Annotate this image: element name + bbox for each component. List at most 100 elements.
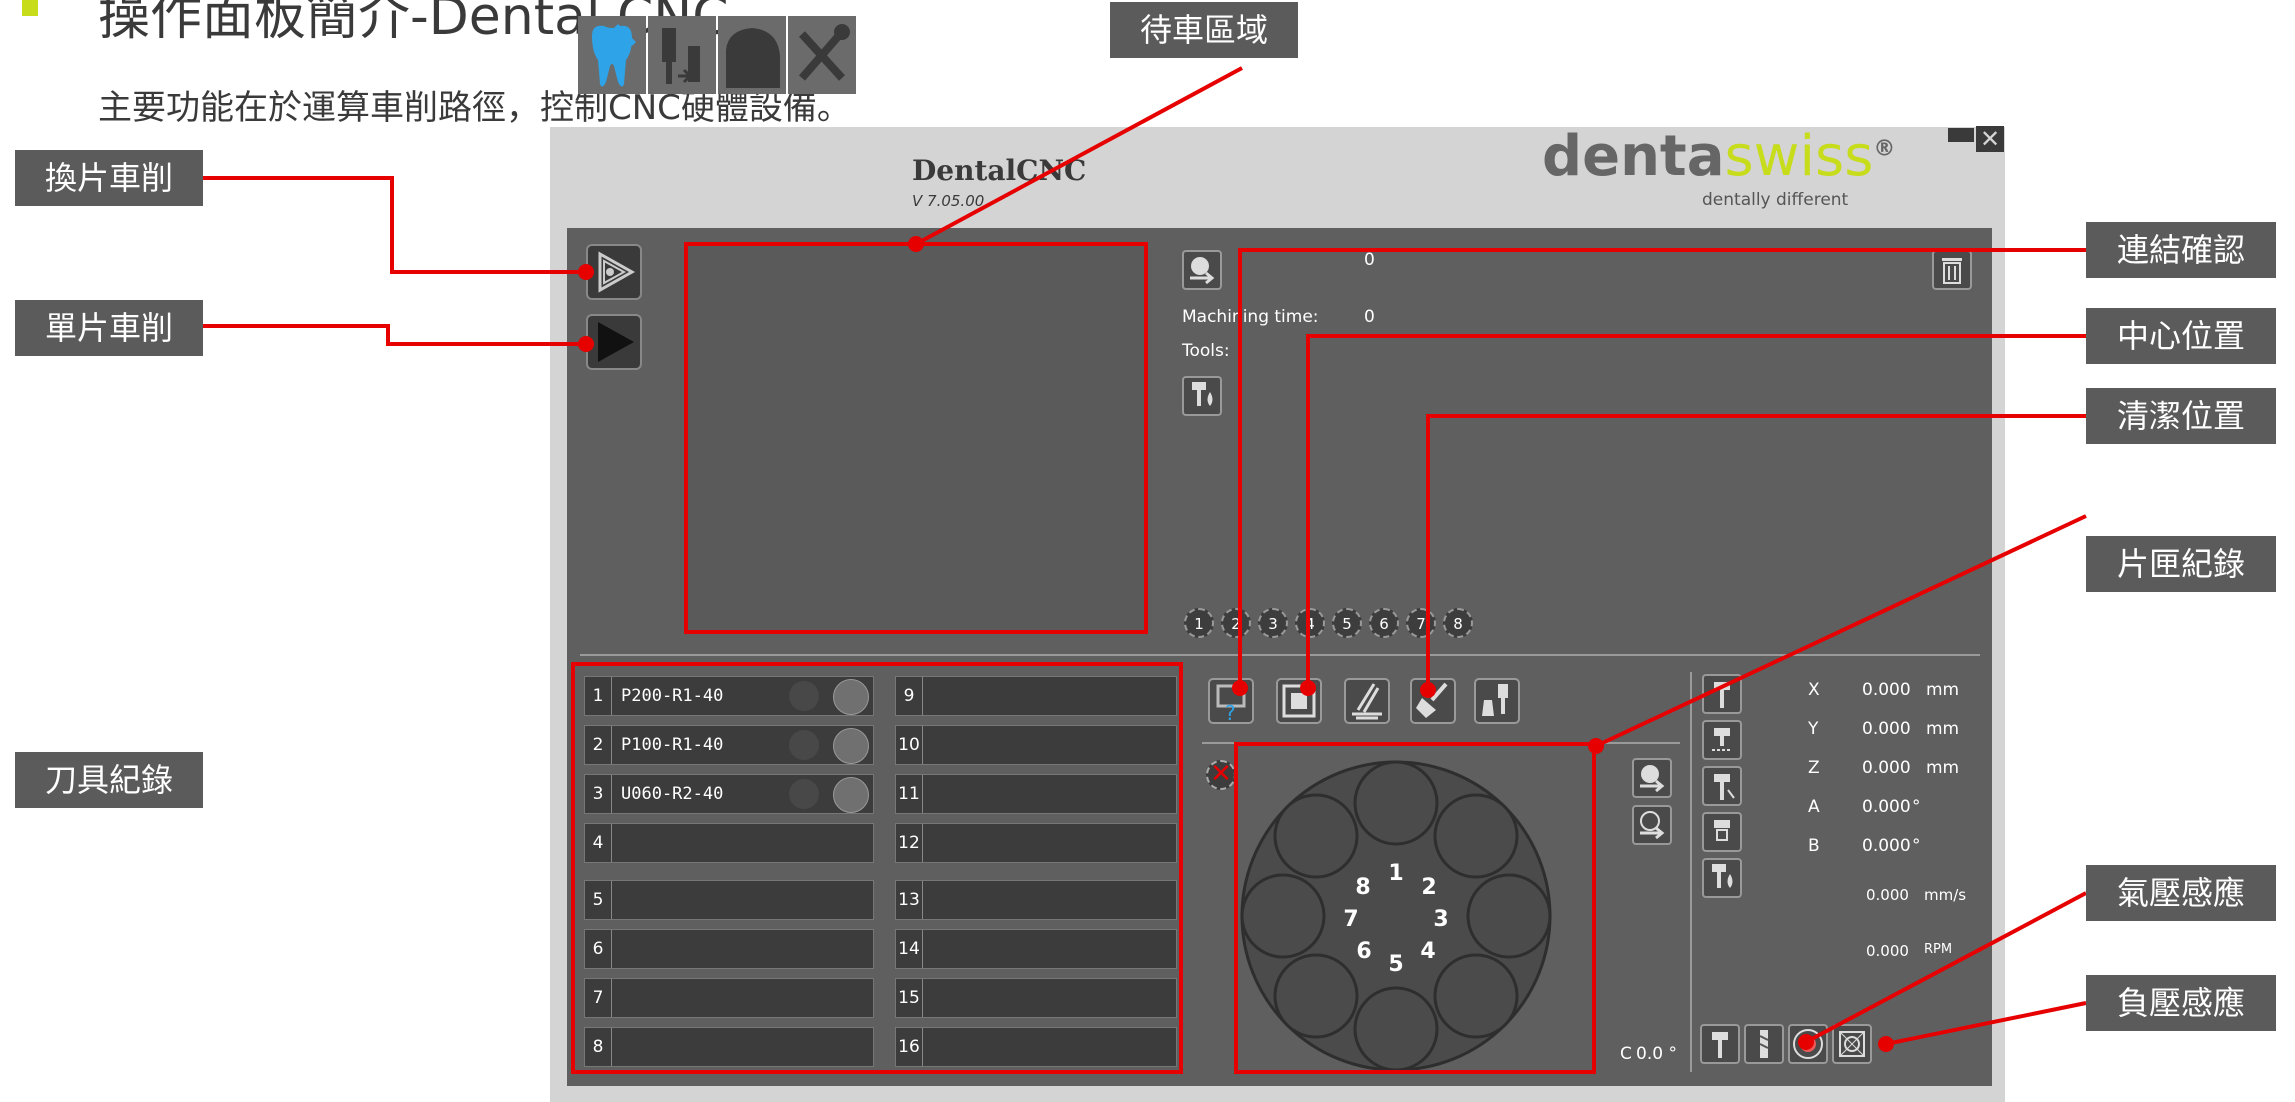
- magazine-tab-7[interactable]: 7: [1406, 608, 1436, 638]
- disc-arrow-icon: [1640, 765, 1665, 793]
- tooth-icon: [592, 24, 636, 87]
- load-job-button[interactable]: [1182, 250, 1222, 290]
- magazine-record-highlight: [1234, 742, 1596, 1074]
- negative-pressure-sensor[interactable]: [1832, 1024, 1872, 1064]
- a-axis-value: 0.000: [1862, 797, 1911, 817]
- tab-blanks[interactable]: [718, 16, 786, 94]
- magazine-error-icon[interactable]: ✕: [1206, 760, 1236, 790]
- magazine-tab-3[interactable]: 3: [1258, 608, 1288, 638]
- wrench-screwdriver-icon: [798, 24, 850, 81]
- drill-bit-icon: [1759, 1030, 1769, 1058]
- disc-arrow-icon: [1640, 811, 1665, 840]
- y-axis-label: Y: [1808, 719, 1819, 739]
- connection-question-icon: ?: [1216, 684, 1246, 725]
- change-piece-cut-button[interactable]: [586, 244, 642, 300]
- a-axis-unit: °: [1912, 797, 1921, 817]
- clamp-button[interactable]: [1702, 766, 1742, 806]
- spindle-icon: [1712, 1032, 1728, 1058]
- spindle-icon: [1714, 682, 1730, 708]
- brand-tagline: dentally different: [1702, 190, 1849, 210]
- magazine-tab-4[interactable]: 4: [1295, 608, 1325, 638]
- gripper-icon: [1352, 683, 1382, 720]
- spindle-status-button[interactable]: [1700, 1024, 1740, 1064]
- y-axis-value: 0.000: [1862, 719, 1911, 739]
- air-pressure-sensor[interactable]: [1788, 1024, 1828, 1064]
- tab-tools[interactable]: [648, 16, 716, 94]
- spindle-air-icon: [1712, 728, 1732, 751]
- callout-magazine-record: 片匣紀錄: [2086, 536, 2276, 592]
- callout-air-pressure: 氣壓感應: [2086, 865, 2276, 921]
- play-icon: [598, 322, 634, 362]
- callout-negative-pressure: 負壓感應: [2086, 975, 2276, 1031]
- magazine-tab-6[interactable]: 6: [1369, 608, 1399, 638]
- job-count: 0: [1364, 250, 1375, 270]
- carousel-unload-button[interactable]: [1632, 805, 1672, 845]
- b-axis-label: B: [1808, 836, 1820, 856]
- callout-cleaning-position: 清潔位置: [2086, 388, 2276, 444]
- b-axis-unit: °: [1912, 836, 1921, 856]
- callout-center-position: 中心位置: [2086, 308, 2276, 364]
- tool-cleaning-button[interactable]: [1474, 678, 1520, 724]
- x-axis-value: 0.000: [1862, 680, 1911, 700]
- minimize-icon[interactable]: [1948, 128, 1974, 142]
- magazine-tab-5[interactable]: 5: [1332, 608, 1362, 638]
- coolant-button[interactable]: [1702, 858, 1742, 898]
- z-axis-value: 0.000: [1862, 758, 1911, 778]
- cleaning-position-button[interactable]: [1410, 678, 1456, 724]
- y-axis-unit: mm: [1926, 719, 1960, 739]
- callout-connection-check: 連結確認: [2086, 222, 2276, 278]
- tool-brush-icon: [1482, 684, 1508, 716]
- svg-text:?: ?: [1225, 701, 1236, 722]
- magazine-tab-8[interactable]: 8: [1443, 608, 1473, 638]
- vacuum-icon: [1839, 1031, 1865, 1057]
- callout-change-piece: 換片車削: [15, 150, 203, 206]
- tool-record-highlight: [571, 662, 1183, 1074]
- callout-tool-record: 刀具紀錄: [15, 752, 203, 808]
- center-position-button[interactable]: [1276, 678, 1322, 724]
- drill-tool-icon: [662, 28, 700, 84]
- drill-status-button[interactable]: [1744, 1024, 1784, 1064]
- center-square-icon: [1282, 684, 1316, 718]
- brand-logo: dentaswiss®: [1542, 124, 1896, 189]
- machining-time-label: Machining time:: [1182, 307, 1319, 327]
- tools-label: Tools:: [1182, 341, 1230, 361]
- waiting-area-highlight: [684, 242, 1148, 634]
- a-axis-label: A: [1808, 797, 1820, 817]
- z-axis-label: Z: [1808, 758, 1820, 778]
- feed-value: 0.000: [1866, 886, 1909, 904]
- app-version: V 7.05.00: [912, 192, 985, 210]
- tool-lock-button[interactable]: [1702, 812, 1742, 852]
- c-axis-value: 0.0 °: [1636, 1044, 1677, 1064]
- callout-waiting-area: 待車區域: [1110, 2, 1298, 58]
- disc-arrow-icon: [1190, 257, 1215, 285]
- spindle-unit: RPM: [1924, 942, 1953, 957]
- connection-check-button[interactable]: ?: [1208, 678, 1254, 725]
- x-axis-label: X: [1808, 680, 1820, 700]
- carousel-load-button[interactable]: [1632, 758, 1672, 798]
- tab-settings[interactable]: [788, 16, 856, 94]
- close-icon[interactable]: ✕: [1976, 126, 2004, 152]
- c-axis-label: C: [1620, 1044, 1632, 1064]
- trash-icon: [1942, 258, 1962, 284]
- axis-divider: [1690, 672, 1692, 1072]
- broom-icon: [1416, 682, 1448, 718]
- tab-milling[interactable]: [578, 16, 646, 94]
- spindle-lock-icon: [1714, 820, 1730, 841]
- single-piece-cut-button[interactable]: [586, 314, 642, 370]
- machining-time-value: 0: [1364, 307, 1375, 327]
- app-name: DentalCNC: [912, 154, 1087, 187]
- feed-unit: mm/s: [1924, 886, 1967, 904]
- air-spindle-button[interactable]: [1702, 720, 1742, 760]
- spindle-tool-button[interactable]: [1702, 674, 1742, 714]
- delete-job-button[interactable]: [1932, 250, 1972, 290]
- blank-disc-icon: [726, 28, 780, 88]
- tool-drop-icon: [1712, 864, 1733, 888]
- magazine-tab-1[interactable]: 1: [1184, 608, 1214, 638]
- magazine-tab-2[interactable]: 2: [1221, 608, 1251, 638]
- panel-divider: [580, 654, 1980, 656]
- spindle-value: 0.000: [1866, 942, 1909, 960]
- tool-change-position-button[interactable]: [1344, 678, 1390, 724]
- b-axis-value: 0.000: [1862, 836, 1911, 856]
- z-axis-unit: mm: [1926, 758, 1960, 778]
- tool-info-button[interactable]: [1182, 376, 1222, 416]
